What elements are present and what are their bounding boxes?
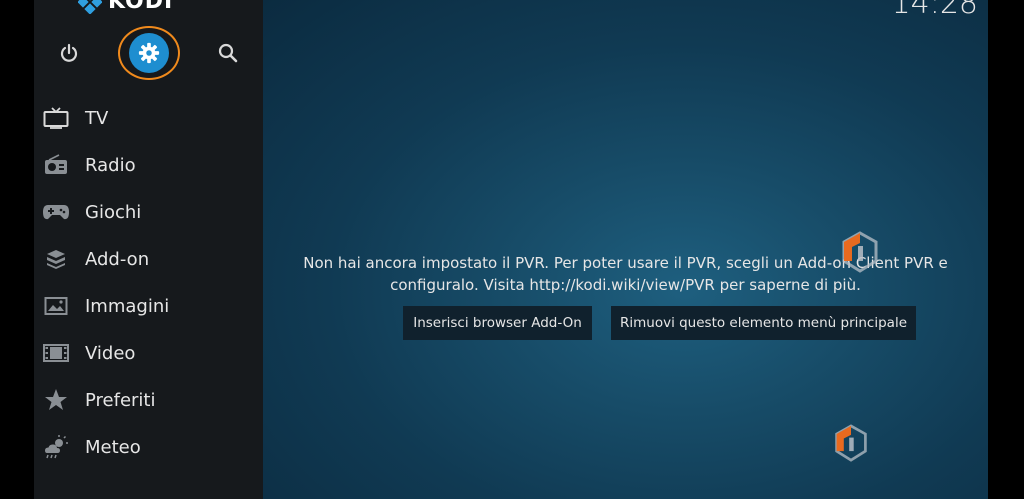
addon-browser-button[interactable]: Inserisci browser Add-On	[403, 306, 592, 340]
sidebar-item-label: Preferiti	[85, 389, 156, 411]
gamepad-icon	[42, 198, 70, 226]
sidebar-item-label: Giochi	[85, 201, 142, 223]
settings-button[interactable]	[118, 26, 180, 80]
film-icon	[42, 339, 70, 367]
search-button[interactable]	[211, 36, 245, 70]
sidebar-item-label: Video	[85, 342, 136, 364]
sidebar-item-video[interactable]: Video	[34, 333, 263, 373]
sidebar-item-label: Meteo	[85, 436, 141, 458]
watermark-logo-icon	[842, 231, 878, 273]
sidebar-item-preferiti[interactable]: Preferiti	[34, 380, 263, 420]
kodi-logo-icon	[78, 0, 102, 14]
clock: 14:28	[891, 0, 978, 21]
sidebar-item-label: Add-on	[85, 248, 150, 270]
search-icon	[218, 43, 238, 63]
star-icon	[42, 386, 70, 414]
sidebar-item-radio[interactable]: Radio	[34, 145, 263, 185]
main-content: 14:28 Non hai ancora impostato il PVR. P…	[263, 0, 988, 499]
sidebar-item-immagini[interactable]: Immagini	[34, 286, 263, 326]
gear-icon	[138, 42, 160, 64]
remove-menu-item-button[interactable]: Rimuovi questo elemento menù principale	[611, 306, 916, 340]
sidebar-item-tv[interactable]: TV	[34, 98, 263, 138]
radio-icon	[42, 151, 70, 179]
image-icon	[42, 292, 70, 320]
sidebar: KODI TV Radio Giochi Add-on Immagini Vid…	[34, 0, 263, 499]
logo-text: KODI	[108, 0, 174, 14]
kodi-screen: KODI TV Radio Giochi Add-on Immagini Vid…	[34, 0, 988, 499]
sidebar-item-giochi[interactable]: Giochi	[34, 192, 263, 232]
kodi-logo: KODI	[78, 0, 173, 14]
sidebar-item-addon[interactable]: Add-on	[34, 239, 263, 279]
watermark-logo-icon	[835, 424, 867, 462]
weather-icon	[42, 433, 70, 461]
addon-box-icon	[42, 245, 70, 273]
sidebar-item-label: Immagini	[85, 295, 170, 317]
sidebar-item-label: TV	[85, 107, 109, 129]
tv-icon	[42, 104, 70, 132]
pvr-message-line2: configuralo. Visita http://kodi.wiki/vie…	[390, 276, 861, 294]
settings-button-bg	[129, 33, 169, 73]
power-icon	[60, 43, 78, 62]
power-button[interactable]	[52, 36, 86, 70]
sidebar-item-meteo[interactable]: Meteo	[34, 427, 263, 467]
sidebar-item-label: Radio	[85, 154, 136, 176]
